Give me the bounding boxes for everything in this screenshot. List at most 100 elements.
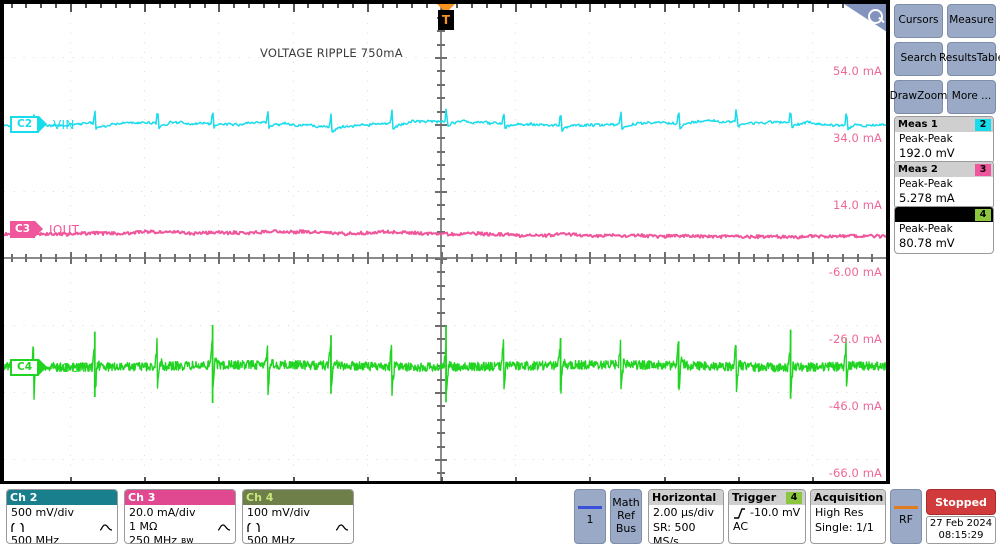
axis-tick <box>437 137 445 140</box>
y-axis-label: 14.0 mA <box>832 198 882 212</box>
cursors-button[interactable]: Cursors <box>894 4 943 38</box>
math-ref-bus-button[interactable]: Math Ref Bus <box>610 489 642 544</box>
edge-tick <box>262 4 265 8</box>
horizontal-panel-body: 2.00 µs/div SR: 500 MS/s RL: 10 kpts <box>649 505 723 544</box>
edge-tick <box>99 4 102 8</box>
edge-tick <box>203 4 206 8</box>
edge-tick <box>604 4 607 8</box>
edge-tick <box>55 4 58 8</box>
axis-tick <box>437 432 445 435</box>
measurement-box[interactable]: Meas 2 3 Peak-Peak 5.278 mA <box>894 161 994 209</box>
draw-zoom-button[interactable]: Draw Zoom <box>890 80 947 114</box>
channel-settings-panel-ch4[interactable]: Ch 4 100 mV/div 500 MHz <box>242 489 354 544</box>
button-label-line: Results <box>938 52 977 65</box>
axis-tick <box>437 231 445 234</box>
channel-1-color-bar <box>578 506 602 510</box>
measure-button[interactable]: Measure <box>947 4 996 38</box>
axis-tick <box>292 252 295 264</box>
edge-tick <box>633 4 636 8</box>
search-button[interactable]: Search <box>894 42 943 76</box>
axis-tick <box>337 254 340 262</box>
edge-tick <box>737 477 740 481</box>
channel-panel-body: 500 mV/div 500 MHz <box>7 505 117 543</box>
axis-tick <box>485 254 488 262</box>
axis-tick <box>441 252 443 264</box>
clock-display: 27 Feb 2024 08:15:29 <box>926 516 996 544</box>
channel-settings-panel-ch3[interactable]: Ch 3 20.0 mA/div 1 MΩ 250 MHz ʙᴡ <box>124 489 236 544</box>
axis-tick <box>663 252 666 264</box>
trigger-settings-panel[interactable]: Trigger 4 -10.0 mV AC <box>728 489 806 544</box>
right-control-panel: Cursors Measure SearchResultsTable DrawZoom… <box>890 0 1000 484</box>
edge-tick <box>114 4 117 8</box>
axis-tick <box>40 254 43 262</box>
waveform-display[interactable]: VOLTAGE RIPPLE 750mA 54.0 mA 34.0 mA 14.0 … <box>0 0 890 484</box>
edge-tick <box>40 4 43 8</box>
edge-tick <box>589 477 592 481</box>
axis-tick <box>437 445 445 448</box>
axis-tick <box>248 254 251 262</box>
more-button[interactable]: More ... <box>947 80 996 114</box>
axis-tick <box>322 254 325 262</box>
channel-marker-iout[interactable]: C3 IOUT <box>10 221 79 238</box>
channel-label: IOUT <box>49 222 80 237</box>
trigger-source-chip: 4 <box>786 491 802 504</box>
horizontal-scale: 2.00 µs/div <box>653 506 714 519</box>
horizontal-panel-header: Horizontal <box>649 490 723 505</box>
measurement-box[interactable]: 4 Peak-Peak 80.78 mV <box>894 206 994 254</box>
edge-tick <box>396 4 399 8</box>
edge-tick <box>188 4 191 8</box>
grid-line-vertical <box>589 4 591 481</box>
channel-marker-vout[interactable]: C4 VOUT <box>10 359 88 376</box>
grid-line-vertical <box>663 4 665 481</box>
axis-tick <box>826 254 829 262</box>
measurement-source-chip: 4 <box>975 208 991 221</box>
trigger-position-marker[interactable]: T <box>435 4 457 32</box>
horizontal-settings-panel[interactable]: Horizontal 2.00 µs/div SR: 500 MS/s RL: … <box>648 489 724 544</box>
axis-tick <box>437 83 445 86</box>
acquisition-mode: High Res <box>815 506 864 519</box>
edge-tick <box>70 477 72 481</box>
dc-coupling-icon <box>11 522 24 532</box>
axis-tick <box>435 191 447 193</box>
measurement-body: Peak-Peak 5.278 mA <box>895 177 993 208</box>
axis-tick <box>188 254 191 262</box>
axis-tick <box>841 254 844 262</box>
measurement-body: Peak-Peak 192.0 mV <box>895 132 993 163</box>
axis-tick <box>812 252 814 264</box>
ac-wave-icon <box>217 523 231 531</box>
grid-line-horizontal <box>4 392 886 393</box>
measurement-source-chip: 3 <box>975 163 991 176</box>
axis-tick <box>437 284 445 287</box>
rf-button[interactable]: RF <box>890 489 922 544</box>
channel-panel-title: Ch 4 <box>246 491 274 504</box>
run-stop-status-button[interactable]: Stopped <box>926 489 996 515</box>
channel-label: VIN <box>53 117 75 132</box>
plot-area[interactable]: VOLTAGE RIPPLE 750mA 54.0 mA 34.0 mA 14.0 … <box>4 4 886 481</box>
axis-tick <box>619 254 622 262</box>
magnifier-icon[interactable] <box>844 4 886 34</box>
edge-tick <box>292 4 295 12</box>
channel-panel-header: Ch 4 <box>243 490 353 505</box>
results-table-button[interactable]: ResultsTable <box>939 42 1000 76</box>
channel-1-button[interactable]: 1 <box>574 489 606 544</box>
grid-line-vertical <box>144 4 146 481</box>
axis-tick <box>25 254 28 262</box>
channel-marker-arrow-icon <box>35 221 43 237</box>
channel-settings-panel-ch2[interactable]: Ch 2 500 mV/div 500 MHz <box>6 489 118 544</box>
grid-line-vertical <box>70 4 71 481</box>
axis-tick <box>437 244 445 247</box>
axis-tick <box>589 252 592 264</box>
axis-tick <box>435 124 447 126</box>
axis-tick <box>144 252 147 264</box>
edge-tick <box>589 4 592 12</box>
axis-tick <box>559 254 562 262</box>
horizontal-sample-rate: SR: 500 MS/s <box>653 520 696 544</box>
axis-tick <box>396 254 399 262</box>
edge-tick <box>351 4 354 8</box>
measurement-box[interactable]: Meas 1 2 Peak-Peak 192.0 mV <box>894 116 994 164</box>
acquisition-settings-panel[interactable]: Acquisition High Res Single: 1/1 <box>810 489 886 544</box>
axis-tick <box>114 254 117 262</box>
channel-coupling-row <box>11 521 113 535</box>
date-label: 27 Feb 2024 <box>929 517 993 529</box>
y-axis-label: 54.0 mA <box>832 64 882 78</box>
